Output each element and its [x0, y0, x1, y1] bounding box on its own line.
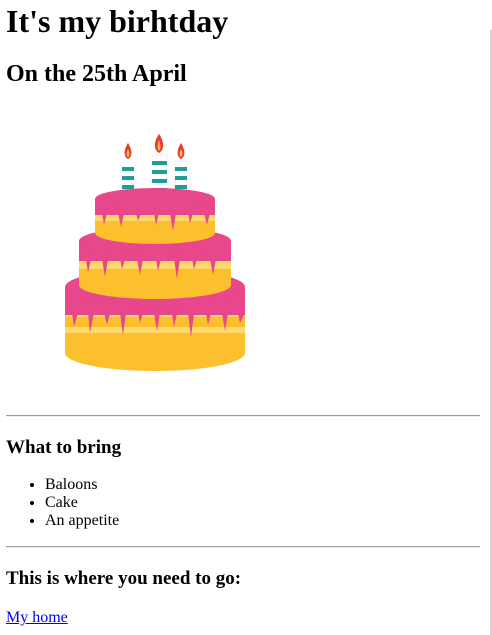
- page: It's my birhtday On the 25th April What …: [0, 0, 492, 627]
- bring-list: Baloons Cake An appetite: [6, 476, 480, 530]
- bring-section-title: What to bring: [6, 437, 122, 458]
- list-item: Cake: [45, 494, 480, 512]
- page-title: It's my birhtday: [6, 3, 229, 39]
- divider: [6, 415, 480, 417]
- birthday-cake-image: [60, 127, 250, 373]
- page-subtitle: On the 25th April: [6, 61, 187, 87]
- divider: [6, 546, 480, 548]
- list-item: An appetite: [45, 512, 480, 530]
- list-item: Baloons: [45, 476, 480, 494]
- where-section-title: This is where you need to go:: [6, 568, 242, 589]
- birthday-cake-icon: [65, 134, 245, 371]
- home-link[interactable]: My home: [6, 609, 68, 627]
- cake-top-tier: [95, 188, 215, 244]
